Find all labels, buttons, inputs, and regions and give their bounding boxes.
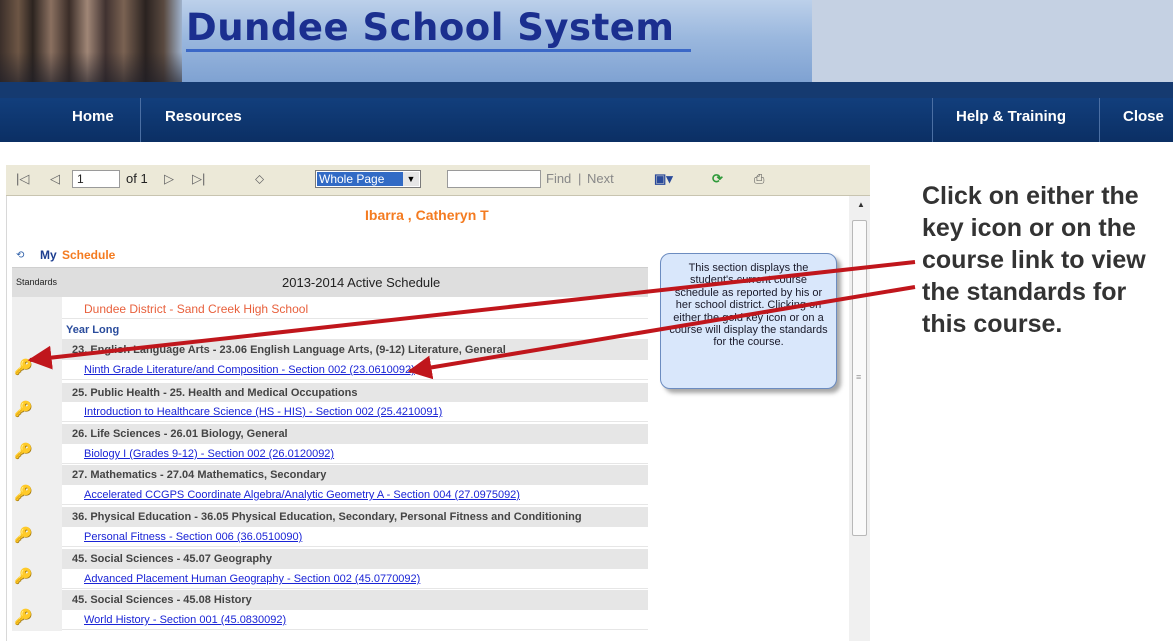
annotation-text: Click on either the key icon or on the c…: [922, 182, 1146, 338]
arrow-to-course-link: [407, 285, 916, 380]
